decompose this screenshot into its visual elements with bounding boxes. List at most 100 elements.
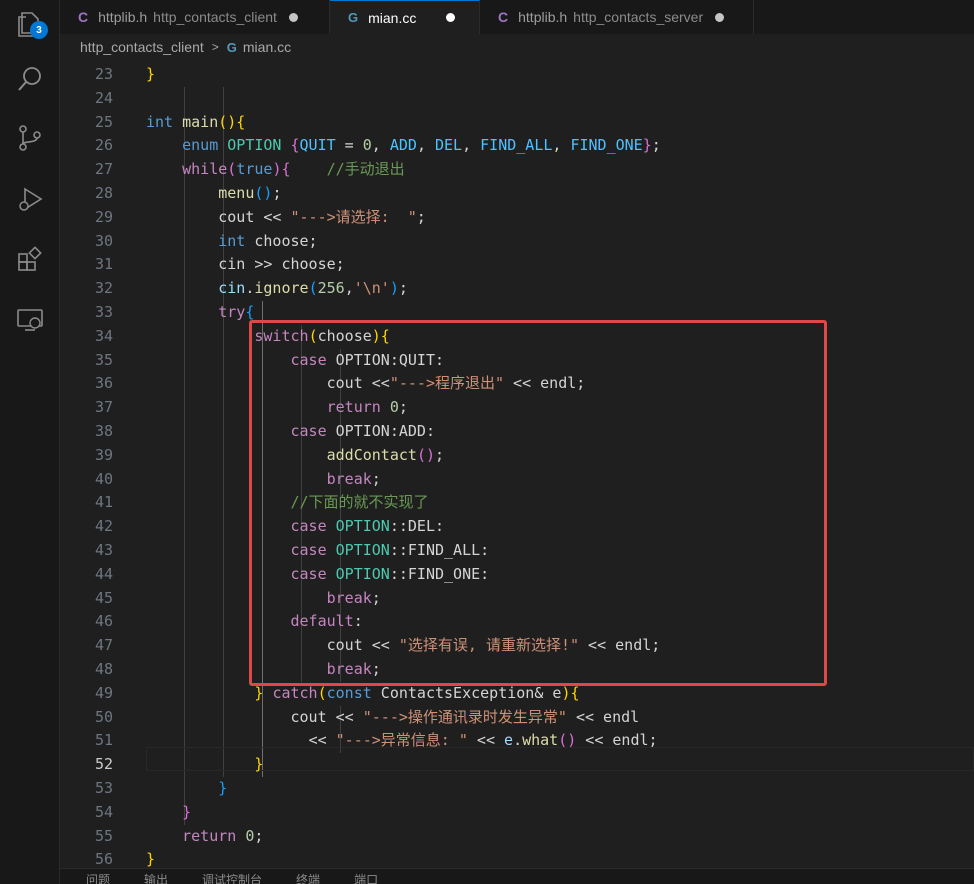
code-line[interactable]: 50 cout << "--->操作通讯录时发生异常" << endl xyxy=(60,706,974,730)
code-line[interactable]: 56} xyxy=(60,848,974,868)
code-line[interactable]: 42 case OPTION::DEL: xyxy=(60,515,974,539)
code-token: '\n' xyxy=(353,279,390,298)
code-token: case xyxy=(290,541,327,559)
unsaved-dot-icon[interactable] xyxy=(715,12,725,22)
panel-tab[interactable]: 终端 xyxy=(296,869,320,884)
code-token: << xyxy=(254,207,291,226)
code-token: try xyxy=(218,303,246,321)
code-text: cin.ignore(256,'\n'); xyxy=(146,277,408,301)
code-token: cin xyxy=(218,279,246,298)
code-token: { xyxy=(290,136,300,155)
code-token: } xyxy=(642,136,652,155)
code-text: break; xyxy=(146,468,381,492)
code-line[interactable]: 49 } catch(const ContactsException& e){ xyxy=(60,682,974,706)
breadcrumb-folder[interactable]: http_contacts_client xyxy=(80,39,204,55)
code-line[interactable]: 40 break; xyxy=(60,468,974,492)
code-line[interactable]: 44 case OPTION::FIND_ONE: xyxy=(60,563,974,587)
code-token: << endl; xyxy=(576,731,658,750)
unsaved-dot-icon[interactable] xyxy=(446,13,456,22)
code-line[interactable]: 53 } xyxy=(60,777,974,801)
code-token: cout xyxy=(326,636,363,655)
search-icon[interactable] xyxy=(0,55,60,103)
code-line[interactable]: 27 while(true){ //手动退出 xyxy=(60,158,974,182)
unsaved-dot-icon[interactable] xyxy=(288,12,298,22)
code-token: () xyxy=(254,184,273,202)
code-token: OPTION xyxy=(335,517,390,536)
code-editor[interactable]: 23} 24 25 int main(){26 enum OPTION {QUIT =… xyxy=(60,60,974,868)
code-token: << endl xyxy=(566,707,640,726)
code-line[interactable]: 33 try{ xyxy=(60,301,974,325)
code-token: << xyxy=(362,374,390,393)
line-number: 55 xyxy=(94,826,113,845)
code-text: case OPTION::FIND_ALL: xyxy=(146,539,490,563)
code-line[interactable]: 31 cin >> choose; xyxy=(60,253,974,277)
code-line[interactable]: 35 case OPTION:QUIT: xyxy=(60,349,974,373)
panel-tab[interactable]: 调试控制台 xyxy=(202,869,262,884)
code-line[interactable]: 43 case OPTION::FIND_ALL: xyxy=(60,539,974,563)
run-debug-icon[interactable] xyxy=(0,176,60,224)
code-token: OPTION xyxy=(335,541,390,559)
explorer-icon[interactable]: 3 xyxy=(0,0,60,48)
activity-bar: 3 xyxy=(0,0,60,884)
code-token: FIND_ALL xyxy=(480,136,553,155)
code-line[interactable]: 51 << "--->异常信息: " << e.what() << endl; xyxy=(60,729,974,753)
code-token: ; xyxy=(272,184,282,202)
code-token: } xyxy=(182,802,192,821)
code-line[interactable]: 34 switch(choose){ xyxy=(60,325,974,349)
code-line[interactable]: 41 //下面的就不实现了 xyxy=(60,491,974,515)
panel-tab[interactable]: 输出 xyxy=(144,869,168,884)
code-token: ; xyxy=(398,279,408,298)
code-token: catch xyxy=(272,683,318,702)
tab-httplib-server[interactable]: C httplib.h http_contacts_server xyxy=(480,0,754,34)
code-text: cout << "选择有误, 请重新选择!" << endl; xyxy=(146,634,661,658)
code-line[interactable]: 45 break; xyxy=(60,587,974,611)
code-line[interactable]: 48 break; xyxy=(60,658,974,682)
code-line[interactable]: 37 return 0; xyxy=(60,396,974,420)
code-token: << endl; xyxy=(579,636,661,655)
code-token: OPTION:ADD: xyxy=(326,422,435,440)
line-number: 30 xyxy=(94,231,113,250)
code-line[interactable]: 36 cout <<"--->程序退出" << endl; xyxy=(60,372,974,396)
code-token: ( xyxy=(308,279,318,298)
code-token: ignore xyxy=(254,279,309,298)
code-line[interactable]: 46 default: xyxy=(60,610,974,634)
code-token: OPTION xyxy=(335,564,390,583)
code-text: default: xyxy=(146,610,363,634)
code-line[interactable]: 29 cout << "--->请选择: "; xyxy=(60,206,974,230)
code-line[interactable]: 39 addContact(); xyxy=(60,444,974,468)
code-text: case OPTION:QUIT: xyxy=(146,349,445,373)
breadcrumb-file[interactable]: mian.cc xyxy=(243,39,291,55)
code-line[interactable]: 47 cout << "选择有误, 请重新选择!" << endl; xyxy=(60,634,974,658)
panel-tab[interactable]: 问题 xyxy=(86,869,110,884)
tab-mian-cc[interactable]: G mian.cc xyxy=(330,0,480,34)
code-text: try{ xyxy=(146,301,254,325)
code-line[interactable]: 32 cin.ignore(256,'\n'); xyxy=(60,277,974,301)
code-token: ; xyxy=(398,398,408,417)
code-line[interactable]: 30 int choose; xyxy=(60,230,974,254)
code-line[interactable]: 25 int main(){ xyxy=(60,111,974,135)
code-line[interactable]: 26 enum OPTION {QUIT = 0, ADD, DEL, FIND… xyxy=(60,134,974,158)
line-number: 27 xyxy=(94,160,113,179)
code-line[interactable]: 54 } xyxy=(60,801,974,825)
code-token: return xyxy=(326,398,381,417)
code-line[interactable]: 55 return 0; xyxy=(60,825,974,849)
remote-explorer-icon[interactable] xyxy=(0,295,60,343)
source-control-icon[interactable] xyxy=(0,114,60,162)
code-token: { xyxy=(245,303,255,321)
extensions-icon[interactable] xyxy=(0,236,60,284)
code-line[interactable]: 28 menu(); xyxy=(60,182,974,206)
code-line[interactable]: 24 xyxy=(60,87,974,111)
panel-tab[interactable]: 端口 xyxy=(354,869,378,884)
code-token: << endl; xyxy=(504,374,586,393)
code-line[interactable]: 23} xyxy=(60,63,974,87)
code-line[interactable]: 52 } xyxy=(60,753,974,777)
tab-httplib-client[interactable]: C httplib.h http_contacts_client xyxy=(60,0,330,34)
code-token: ; xyxy=(651,136,661,155)
code-line[interactable]: 38 case OPTION:ADD: xyxy=(60,420,974,444)
code-token: case xyxy=(290,564,327,583)
